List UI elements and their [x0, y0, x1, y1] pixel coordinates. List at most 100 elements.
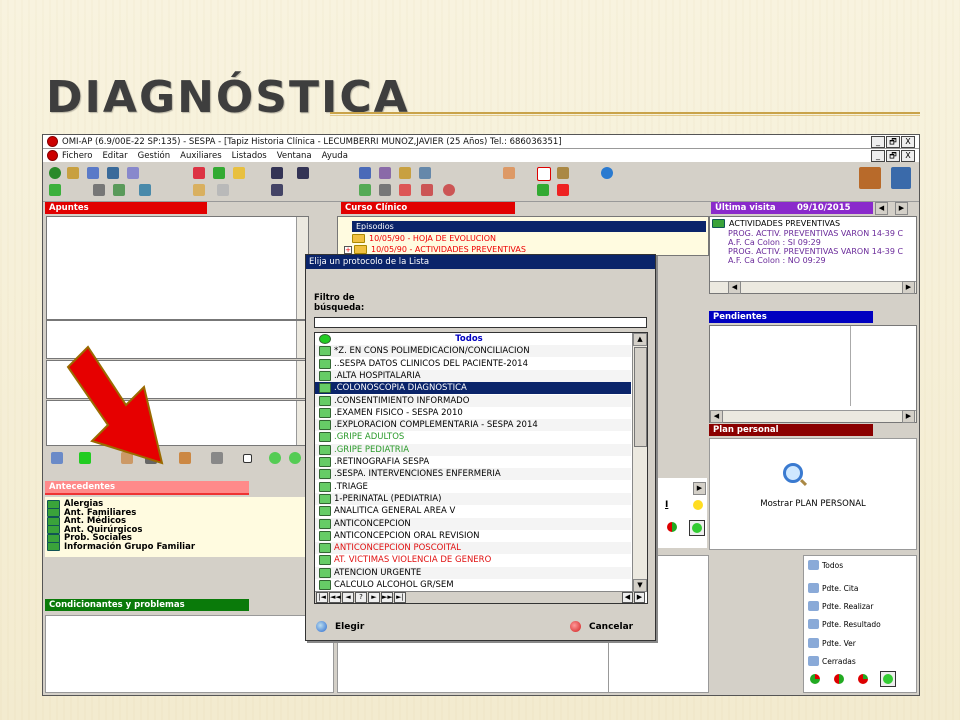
elegir-button[interactable]: Elegir: [316, 621, 364, 632]
web-icon[interactable]: [601, 167, 613, 179]
protocol-row[interactable]: .SESPA. INTERVENCIONES ENFERMERIA: [315, 468, 631, 481]
episodio-item[interactable]: + 10/05/90 - ACTIVIDADES PREVENTIVAS: [344, 245, 526, 254]
menu-ayuda[interactable]: Ayuda: [322, 151, 348, 161]
hscroll-left-arrow[interactable]: ◀: [622, 592, 633, 603]
protocol-row[interactable]: .EXPLORACION COMPLEMENTARIA - SESPA 2014: [315, 419, 631, 432]
episodio-item[interactable]: 10/05/90 - HOJA DE EVOLUCION: [352, 234, 496, 243]
scroll-up-arrow[interactable]: ▲: [633, 333, 647, 346]
protocol-row[interactable]: ANTICONCEPCION ORAL REVISION: [315, 530, 631, 542]
scroll-left-arrow[interactable]: ◀: [710, 410, 723, 423]
protocol-list-scrollbar[interactable]: ▲ ▼: [632, 333, 647, 592]
save-icon[interactable]: [537, 184, 549, 196]
user-search-icon[interactable]: [297, 167, 309, 179]
pencil-icon[interactable]: [193, 167, 205, 179]
book-icon[interactable]: [179, 452, 191, 464]
window-titlebar[interactable]: OMI-AP (6.9/00E-22 SP:135) - SESPA - [Ta…: [43, 135, 919, 149]
antecedente-item[interactable]: Información Grupo Familiar: [47, 542, 327, 552]
folder-icon[interactable]: [233, 167, 245, 179]
expand-icon[interactable]: +: [344, 245, 352, 254]
pen-icon[interactable]: [211, 452, 223, 464]
protocol-row[interactable]: .ALTA HOSPITALARIA: [315, 369, 631, 382]
smiley-icon[interactable]: [693, 500, 703, 510]
gift-icon[interactable]: [421, 184, 433, 196]
protocol-row[interactable]: ANTICONCEPCION: [315, 517, 631, 530]
edit-icon[interactable]: [557, 167, 569, 179]
child-close-button[interactable]: X: [901, 149, 915, 162]
protocol-row[interactable]: 1-PERINATAL (PEDIATRIA): [315, 492, 631, 505]
notes-icon[interactable]: [193, 184, 205, 196]
nav-prev-button[interactable]: ◄: [342, 592, 354, 603]
network-icon[interactable]: [113, 184, 125, 196]
family-icon[interactable]: [399, 167, 411, 179]
nav-last-button[interactable]: ►|: [394, 592, 406, 603]
heart-icon[interactable]: [443, 184, 455, 196]
protocol-row[interactable]: AT. VICTIMAS VIOLENCIA DE GENERO: [315, 554, 631, 566]
hscroll-right-arrow[interactable]: ▶: [634, 592, 645, 603]
protocol-list[interactable]: Todos *Z. EN CONS POLIMEDICACION/CONCILIA…: [314, 332, 648, 604]
chart-icon[interactable]: [107, 167, 119, 179]
green-tag-icon[interactable]: [49, 184, 61, 196]
scroll-right-arrow[interactable]: ▶: [902, 281, 915, 294]
filter-item-cita[interactable]: Pdte. Cita: [808, 583, 858, 593]
pendientes-pane[interactable]: ◀ ▶: [709, 325, 917, 423]
condicionantes-pane[interactable]: [45, 615, 334, 693]
nav-up-icon[interactable]: [269, 452, 281, 464]
people-icon[interactable]: [87, 167, 99, 179]
tools-icon[interactable]: [67, 167, 79, 179]
text-format-icon[interactable]: I: [665, 500, 668, 510]
nav-prev-page-button[interactable]: ◄◄: [329, 592, 341, 603]
protocol-row[interactable]: .CONSENTIMIENTO INFORMADO: [315, 394, 631, 407]
pendientes-hscrollbar[interactable]: ◀ ▶: [710, 410, 916, 423]
wrench-icon[interactable]: [93, 184, 105, 196]
menu-fichero[interactable]: Fichero: [62, 151, 92, 161]
nav-next-button[interactable]: ►: [368, 592, 380, 603]
status-half-icon[interactable]: [834, 674, 844, 684]
nav-next-page-button[interactable]: ►►: [381, 592, 393, 603]
child-restore-button[interactable]: 🗗: [886, 149, 900, 162]
menu-gestion[interactable]: Gestión: [138, 151, 171, 161]
show-plan-label[interactable]: Mostrar PLAN PERSONAL: [710, 499, 916, 509]
scroll-right-arrow[interactable]: ▶: [693, 482, 706, 495]
nav-first-button[interactable]: |◄: [316, 592, 328, 603]
green-status-button[interactable]: [689, 520, 705, 536]
status-pie-icon[interactable]: [810, 674, 820, 684]
protocol-row[interactable]: *Z. EN CONS POLIMEDICACION/CONCILIACION: [315, 345, 631, 358]
visit-hscrollbar[interactable]: ◀ ▶: [710, 281, 916, 294]
checkbox-icon[interactable]: [243, 454, 252, 463]
protocol-row[interactable]: CALCULO ALCOHOL GR/SEM: [315, 579, 631, 591]
protocol-row[interactable]: ..SESPA DATOS CLINICOS DEL PACIENTE-2014: [315, 358, 631, 370]
cabinet-icon[interactable]: [859, 167, 881, 189]
scroll-left-arrow[interactable]: ◀: [728, 281, 741, 294]
up-icon[interactable]: [359, 184, 371, 196]
cancelar-button[interactable]: Cancelar: [570, 621, 633, 632]
protocol-row[interactable]: .TRIAGE: [315, 481, 631, 493]
scroll-right-arrow[interactable]: ▶: [902, 410, 915, 423]
minimize-button[interactable]: _: [871, 135, 885, 148]
medical-cross-icon[interactable]: [537, 167, 551, 181]
signature-icon[interactable]: [51, 452, 63, 464]
filter-item-ver[interactable]: Pdte. Ver: [808, 638, 856, 648]
child-minimize-button[interactable]: _: [871, 149, 885, 162]
filter-item-todos[interactable]: Todos: [808, 560, 843, 570]
apple-icon[interactable]: [399, 184, 411, 196]
protocol-row[interactable]: .GRIPE ADULTOS: [315, 431, 631, 443]
status-red-icon[interactable]: [858, 674, 868, 684]
protocol-row[interactable]: .EXAMEN FISICO - SESPA 2010: [315, 407, 631, 419]
protocol-row[interactable]: ANTICONCEPCION POSCOITAL: [315, 542, 631, 555]
protocol-row[interactable]: ANALITICA GENERAL AREA V: [315, 505, 631, 517]
filter-item-resultado[interactable]: Pdte. Resultado: [808, 619, 881, 629]
scroll-thumb[interactable]: [634, 347, 647, 447]
protocol-row[interactable]: ATENCION URGENTE: [315, 566, 631, 579]
green-status-button[interactable]: [880, 671, 896, 687]
apuntes-pane-1[interactable]: [46, 216, 309, 320]
copy-icon[interactable]: [217, 184, 229, 196]
delete-icon[interactable]: [557, 184, 569, 196]
nav-down-icon[interactable]: [289, 452, 301, 464]
status-pie-icon[interactable]: [667, 522, 677, 532]
menu-listados[interactable]: Listados: [232, 151, 267, 161]
report-icon[interactable]: [379, 167, 391, 179]
exit-icon[interactable]: [891, 167, 911, 189]
close-button[interactable]: X: [901, 135, 915, 148]
find-icon[interactable]: [271, 184, 283, 196]
search-input[interactable]: [314, 317, 647, 328]
